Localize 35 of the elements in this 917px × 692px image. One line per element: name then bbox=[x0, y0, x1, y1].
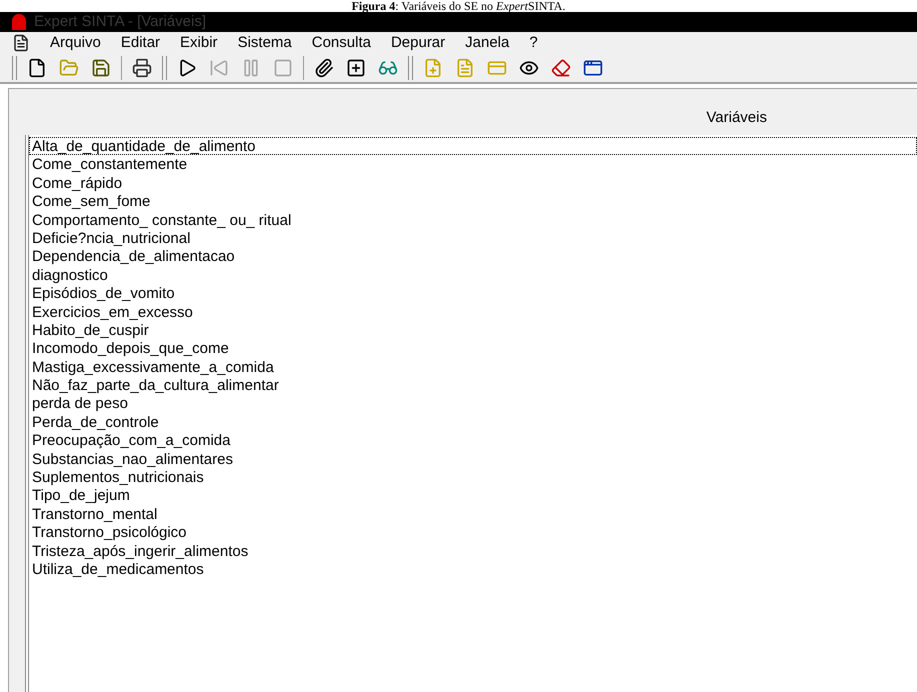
list-item[interactable]: Utiliza_de_medicamentos bbox=[29, 560, 917, 578]
menu-item[interactable]: Exibir bbox=[180, 32, 218, 54]
list-item[interactable]: Transtorno_psicológico bbox=[29, 523, 917, 542]
figure-caption: Figura 4: Variáveis do SE no ExpertSINTA. bbox=[352, 0, 566, 12]
list-item[interactable]: Come_rápido bbox=[29, 174, 917, 192]
panel-header: Variáveis bbox=[706, 108, 767, 128]
list-item[interactable]: Episódios_de_vomito bbox=[29, 284, 917, 303]
list-item[interactable]: Não_faz_parte_da_cultura_alimentar bbox=[29, 376, 917, 394]
menu-item[interactable]: ? bbox=[529, 32, 538, 54]
list-item[interactable]: Substancias_nao_alimentares bbox=[29, 450, 917, 468]
list-item[interactable]: perda de peso bbox=[29, 394, 917, 413]
list-item[interactable]: Alta_de_quantidade_de_alimento bbox=[29, 137, 917, 156]
menu-item[interactable]: Arquivo bbox=[50, 32, 101, 54]
list-item[interactable]: Perda_de_controle bbox=[29, 412, 917, 432]
menu-item[interactable]: Editar bbox=[120, 32, 160, 54]
list-item[interactable]: Come_sem_fome bbox=[29, 192, 917, 211]
menu-item[interactable]: Consulta bbox=[312, 32, 371, 54]
list-item[interactable]: Incomodo_depois_que_come bbox=[29, 339, 917, 358]
list-item[interactable]: Habito_de_cuspir bbox=[29, 320, 917, 340]
menu-item[interactable]: Sistema bbox=[238, 32, 292, 54]
menu-item[interactable]: Depurar bbox=[390, 32, 446, 54]
list-item[interactable]: Exercicios_em_excesso bbox=[29, 302, 917, 321]
list-item[interactable]: Preocupação_com_a_comida bbox=[29, 431, 917, 450]
list-item[interactable]: Come_constantemente bbox=[29, 155, 917, 174]
window-title: Expert SINTA - [Variáveis] bbox=[34, 12, 206, 32]
list-item[interactable]: Transtorno_mental bbox=[29, 504, 917, 524]
list-item[interactable]: Tristeza_após_ingerir_alimentos bbox=[29, 542, 917, 560]
list-item[interactable]: Comportamento_ constante_ ou_ ritual bbox=[29, 210, 917, 229]
list-item[interactable]: Mastiga_excessivamente_a_comida bbox=[29, 358, 917, 376]
list-item[interactable]: Suplementos_nutricionais bbox=[29, 468, 917, 486]
menu-item[interactable]: Janela bbox=[465, 32, 510, 54]
list-item[interactable]: Tipo_de_jejum bbox=[29, 486, 917, 505]
list-item[interactable]: Deficie?ncia_nutricional bbox=[29, 228, 917, 248]
list-item[interactable]: diagnostico bbox=[29, 266, 917, 284]
list-item[interactable]: Dependencia_de_alimentacao bbox=[29, 247, 917, 266]
